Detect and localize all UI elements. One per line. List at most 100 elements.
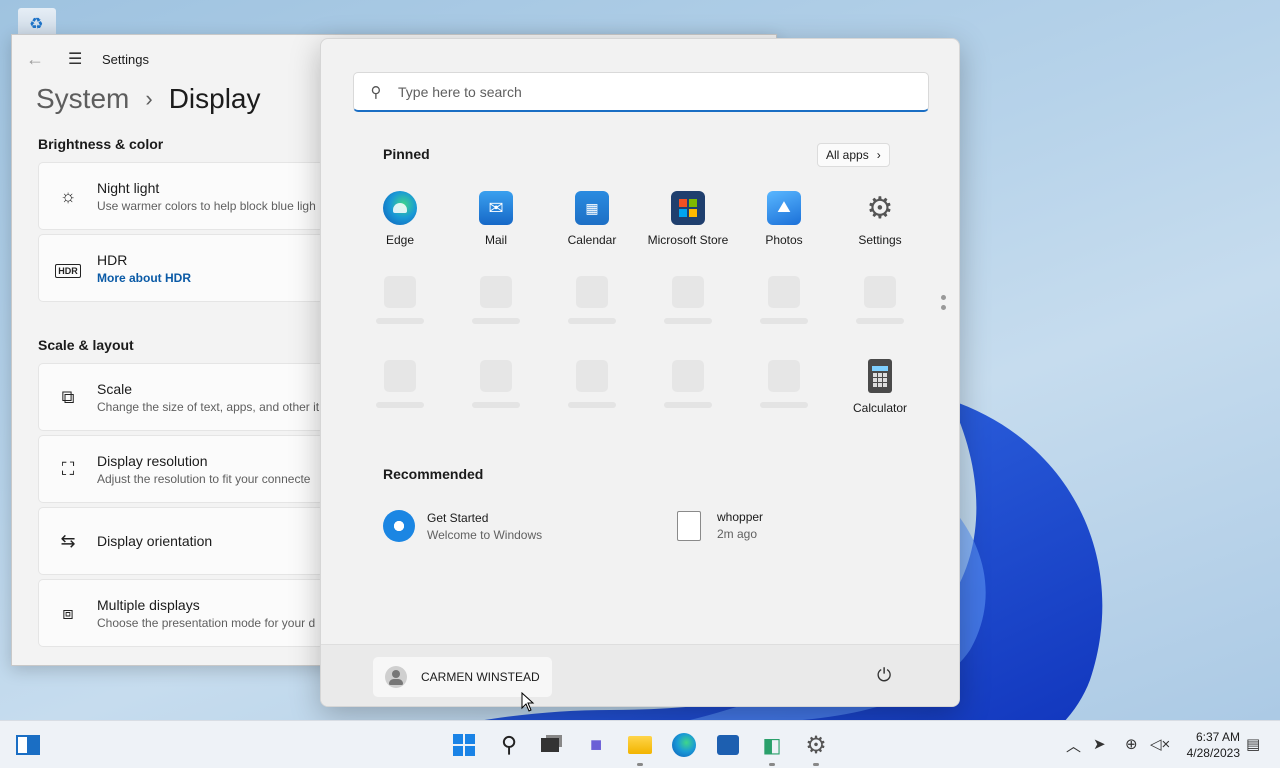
pinned-app-settings[interactable]: ⚙ Settings <box>832 191 928 248</box>
multiple-displays-icon: ⧈ <box>62 602 74 623</box>
app-label: Photos <box>765 233 803 247</box>
orientation-icon: ⇆ <box>60 530 76 551</box>
get-started-icon <box>383 510 415 542</box>
widgets-icon[interactable] <box>12 729 44 761</box>
volume-icon[interactable]: ◁× <box>1150 735 1170 753</box>
location-icon[interactable]: ➤ <box>1093 735 1106 753</box>
calendar-icon: ▦ <box>575 191 609 225</box>
chat-icon[interactable]: ■ <box>580 729 612 761</box>
app-placeholder <box>352 276 448 324</box>
app-placeholder <box>352 360 448 408</box>
chevron-right-icon: › <box>145 86 153 111</box>
power-icon[interactable]: ⏻ <box>877 665 891 686</box>
app-label: Calculator <box>852 401 908 415</box>
card-title: Night light <box>97 179 160 196</box>
card-title: Display resolution <box>97 452 208 469</box>
document-icon <box>677 510 701 541</box>
avatar <box>385 666 407 688</box>
recommended-heading: Recommended <box>383 466 484 482</box>
card-desc: Change the size of text, apps, and other… <box>97 399 320 414</box>
store-icon[interactable] <box>712 729 744 761</box>
app-label: Mail <box>484 233 507 247</box>
edge-icon <box>383 191 417 225</box>
chevron-right-icon: › <box>876 148 881 162</box>
network-icon[interactable]: ⊕ <box>1125 735 1138 753</box>
search-icon[interactable]: ⚲ <box>493 729 525 761</box>
section-scale: Scale & layout <box>38 337 134 353</box>
task-view-icon[interactable] <box>534 729 566 761</box>
clock-time: 6:37 AM <box>1195 730 1240 744</box>
page-title: Display <box>168 83 261 114</box>
card-desc: Adjust the resolution to fit your connec… <box>97 471 311 486</box>
calculator-icon <box>868 359 892 393</box>
notification-icon[interactable]: ▤ <box>1246 735 1260 753</box>
mouse-cursor-icon <box>521 692 535 712</box>
clock[interactable]: 6:37 AM 4/28/2023 <box>1178 729 1240 761</box>
hamburger-menu-icon[interactable]: ☰ <box>68 49 88 69</box>
app-placeholder <box>544 360 640 408</box>
app-label: Settings <box>858 233 902 247</box>
app-placeholder <box>448 276 544 324</box>
app-placeholder <box>448 360 544 408</box>
app-placeholder <box>736 276 832 324</box>
scale-icon: ⧉ <box>61 386 75 407</box>
recommended-name: Get Started <box>427 510 489 525</box>
search-icon: ⚲ <box>370 83 382 101</box>
pinned-app-microsoft-store[interactable]: Microsoft Store <box>640 191 736 247</box>
all-apps-label: All apps <box>826 148 869 162</box>
recommended-detail: Welcome to Windows <box>427 527 543 542</box>
chevron-up-icon[interactable]: ︿ <box>1066 735 1081 756</box>
page-indicator-dots[interactable] <box>941 295 947 315</box>
app-label: Edge <box>385 233 415 247</box>
search-input[interactable] <box>398 83 898 100</box>
breadcrumb: System › Display <box>36 83 261 115</box>
app-label: Calendar <box>567 233 617 247</box>
pinned-app-calendar[interactable]: ▦ Calendar <box>544 191 640 247</box>
pinned-app-photos[interactable]: ⛰ Photos <box>736 191 832 247</box>
settings-icon[interactable]: ⚙ <box>800 729 832 766</box>
recommended-detail: 2m ago <box>717 527 758 541</box>
recommended-name: whopper <box>717 510 764 524</box>
store-icon <box>671 191 705 225</box>
start-search-box[interactable]: ⚲ <box>353 72 929 112</box>
recommended-item-whopper[interactable]: whopper 2m ago <box>673 510 763 541</box>
start-icon[interactable] <box>448 729 480 761</box>
more-about-hdr-link[interactable]: More about HDR <box>97 271 191 285</box>
window-title: Settings <box>102 51 149 67</box>
hdr-icon: HDR <box>39 258 97 279</box>
card-title: HDR <box>97 251 128 268</box>
start-footer: CARMEN WINSTEAD ⏻ <box>321 644 959 706</box>
pinned-app-edge[interactable]: Edge <box>352 191 448 247</box>
pinned-app-calculator[interactable]: Calculator <box>832 359 928 415</box>
card-desc: Choose the presentation mode for your d <box>97 615 316 630</box>
all-apps-button[interactable]: All apps › <box>817 143 890 167</box>
card-title: Scale <box>97 380 133 397</box>
edge-icon[interactable] <box>668 729 700 761</box>
file-explorer-icon[interactable] <box>624 729 656 766</box>
app-icon[interactable]: ◧ <box>756 729 788 766</box>
card-title: Multiple displays <box>97 596 200 613</box>
start-menu: ⚲ Pinned All apps › Edge ✉ Mail ▦ Calend… <box>320 38 960 707</box>
resolution-icon: ⛶ <box>61 458 75 479</box>
section-brightness: Brightness & color <box>38 136 164 152</box>
recommended-item-get-started[interactable]: Get Started Welcome to Windows <box>383 510 542 542</box>
brightness-icon: ☼ <box>59 185 77 206</box>
mail-icon: ✉ <box>479 191 513 225</box>
app-placeholder <box>832 276 928 324</box>
taskbar: ⚲ ■ ◧ ⚙ ︿ ➤ ⊕ ◁× 6:37 AM 4/28/2023 ▤ <box>0 720 1280 768</box>
gear-icon: ⚙ <box>866 191 894 225</box>
photos-icon: ⛰ <box>767 191 801 225</box>
app-placeholder <box>640 276 736 324</box>
user-account-button[interactable]: CARMEN WINSTEAD <box>373 657 552 697</box>
pinned-heading: Pinned <box>383 146 430 162</box>
pinned-app-mail[interactable]: ✉ Mail <box>448 191 544 247</box>
app-placeholder <box>640 360 736 408</box>
app-placeholder <box>544 276 640 324</box>
user-name: CARMEN WINSTEAD <box>421 670 540 684</box>
clock-date: 4/28/2023 <box>1186 746 1240 760</box>
card-title: Display orientation <box>97 533 213 549</box>
breadcrumb-parent[interactable]: System <box>36 83 129 115</box>
back-arrow-icon[interactable]: ← <box>26 49 48 70</box>
app-placeholder <box>736 360 832 408</box>
app-label: Microsoft Store <box>647 233 729 247</box>
